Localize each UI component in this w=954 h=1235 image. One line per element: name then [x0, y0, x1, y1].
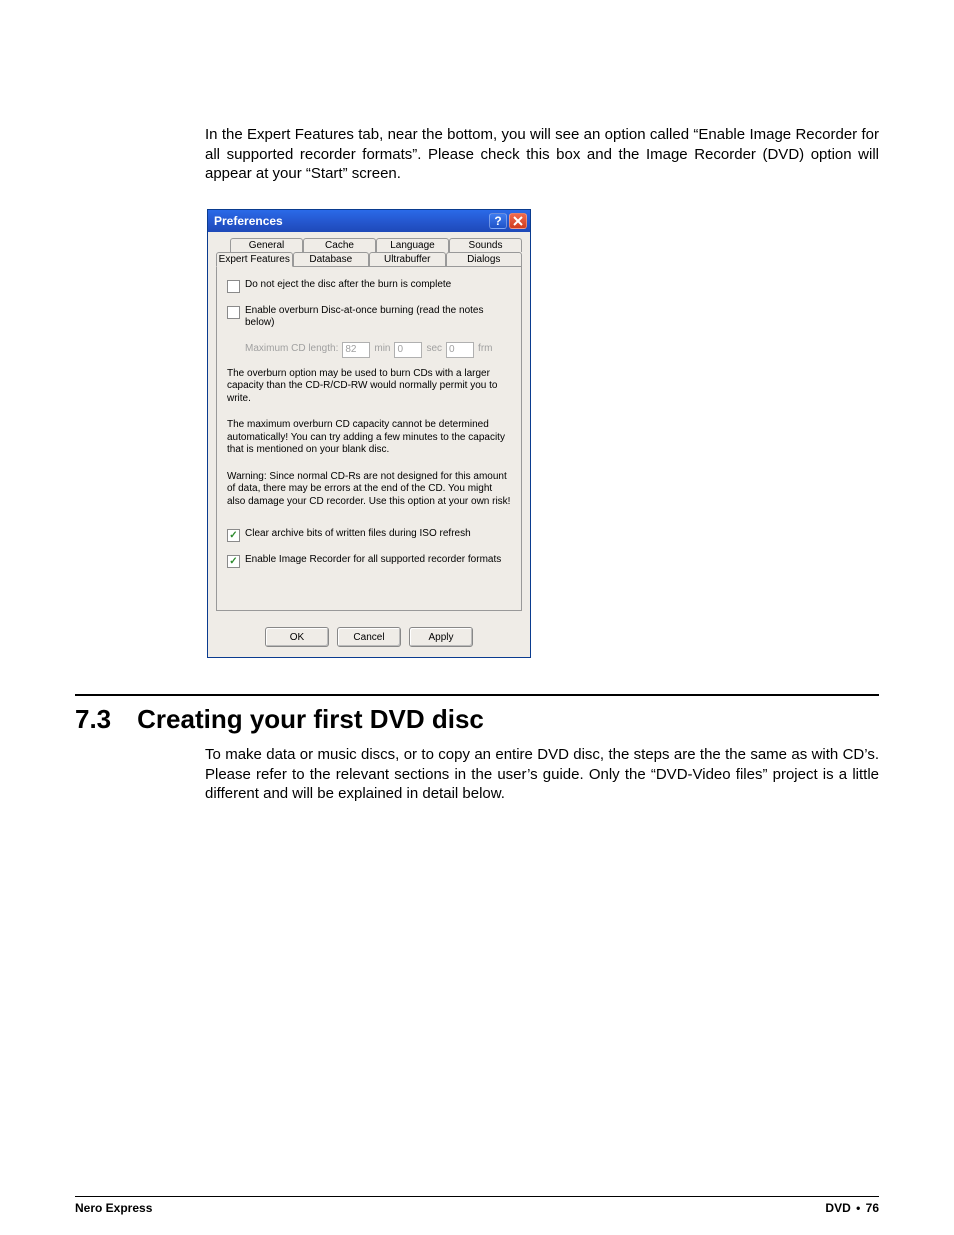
close-button[interactable]	[509, 213, 527, 229]
checkbox-image-recorder[interactable]	[227, 555, 240, 568]
overburn-info-2: The maximum overburn CD capacity cannot …	[227, 419, 511, 457]
tab-dialogs[interactable]: Dialogs	[446, 252, 523, 266]
checkbox-archive[interactable]	[227, 529, 240, 542]
overburn-info-1: The overburn option may be used to burn …	[227, 368, 511, 406]
apply-button[interactable]: Apply	[409, 627, 473, 647]
cancel-button[interactable]: Cancel	[337, 627, 401, 647]
max-cd-length-label: Maximum CD length:	[245, 343, 338, 356]
tab-language[interactable]: Language	[376, 238, 449, 252]
section-heading: 7.3 Creating your first DVD disc	[75, 694, 879, 735]
preferences-screenshot: Preferences ? General Cache Language Sou…	[207, 209, 531, 659]
tab-sounds[interactable]: Sounds	[449, 238, 522, 252]
checkbox-no-eject[interactable]	[227, 280, 240, 293]
tab-expert-features[interactable]: Expert Features	[216, 252, 293, 267]
tab-panel: Do not eject the disc after the burn is …	[216, 266, 522, 612]
checkbox-image-recorder-label: Enable Image Recorder for all supported …	[245, 554, 501, 567]
max-cd-length-row: Maximum CD length: min sec frm	[245, 342, 511, 358]
page-footer: Nero Express DVD • 76	[75, 1196, 879, 1215]
help-button[interactable]: ?	[489, 213, 507, 229]
tab-general[interactable]: General	[230, 238, 303, 252]
intro-paragraph: In the Expert Features tab, near the bot…	[205, 125, 879, 184]
tabs-container: General Cache Language Sounds Expert Fea…	[208, 232, 530, 612]
bullet-icon: •	[856, 1201, 860, 1215]
cdlen-sec-input[interactable]	[394, 342, 422, 358]
cdlen-frm-lbl: frm	[478, 343, 492, 356]
cdlen-min-input[interactable]	[342, 342, 370, 358]
section-body: To make data or music discs, or to copy …	[205, 745, 879, 804]
ok-button[interactable]: OK	[265, 627, 329, 647]
cdlen-min-lbl: min	[374, 343, 390, 356]
dialog-titlebar: Preferences ?	[208, 210, 530, 232]
footer-left: Nero Express	[75, 1201, 152, 1215]
checkbox-overburn-label: Enable overburn Disc-at-once burning (re…	[245, 305, 511, 330]
checkbox-overburn[interactable]	[227, 306, 240, 319]
dialog-footer: OK Cancel Apply	[208, 611, 530, 657]
footer-page-number: 76	[866, 1201, 879, 1215]
tab-database[interactable]: Database	[293, 252, 370, 266]
preferences-dialog: Preferences ? General Cache Language Sou…	[207, 209, 531, 659]
dialog-title: Preferences	[214, 214, 487, 228]
footer-right: DVD • 76	[825, 1201, 879, 1215]
cdlen-sec-lbl: sec	[426, 343, 442, 356]
cdlen-frm-input[interactable]	[446, 342, 474, 358]
footer-section: DVD	[825, 1201, 850, 1215]
overburn-warning: Warning: Since normal CD-Rs are not desi…	[227, 471, 511, 509]
checkbox-archive-label: Clear archive bits of written files duri…	[245, 528, 471, 541]
tab-cache[interactable]: Cache	[303, 238, 376, 252]
checkbox-no-eject-label: Do not eject the disc after the burn is …	[245, 279, 451, 292]
tab-ultrabuffer[interactable]: Ultrabuffer	[369, 252, 446, 266]
